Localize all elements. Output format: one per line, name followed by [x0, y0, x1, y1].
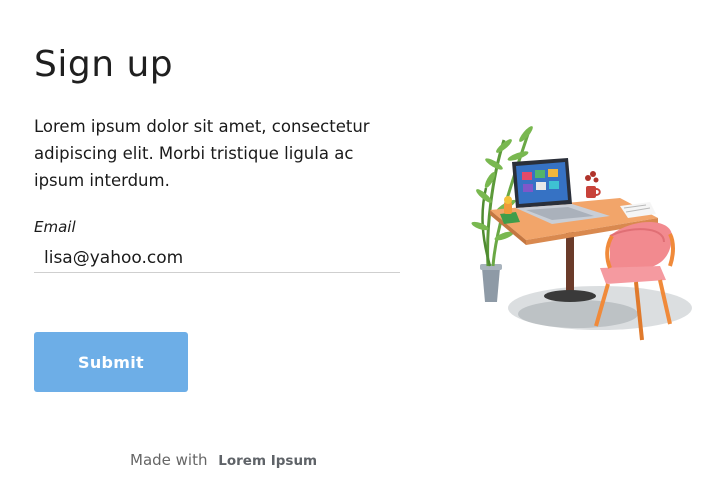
signup-page: Sign up Lorem ipsum dolor sit amet, cons… — [0, 0, 723, 483]
footer-brand-link[interactable]: Lorem Ipsum — [218, 453, 317, 469]
email-label: Email — [34, 218, 76, 236]
form-description: Lorem ipsum dolor sit amet, consectetur … — [34, 117, 370, 190]
page-title: Sign up — [34, 44, 174, 85]
submit-button[interactable]: Submit — [34, 332, 188, 392]
email-field[interactable] — [34, 243, 400, 273]
made-with-text: Made with — [130, 451, 208, 469]
workspace-desk-illustration — [460, 118, 696, 358]
footer-credit: Made with Lorem Ipsum — [130, 451, 317, 469]
